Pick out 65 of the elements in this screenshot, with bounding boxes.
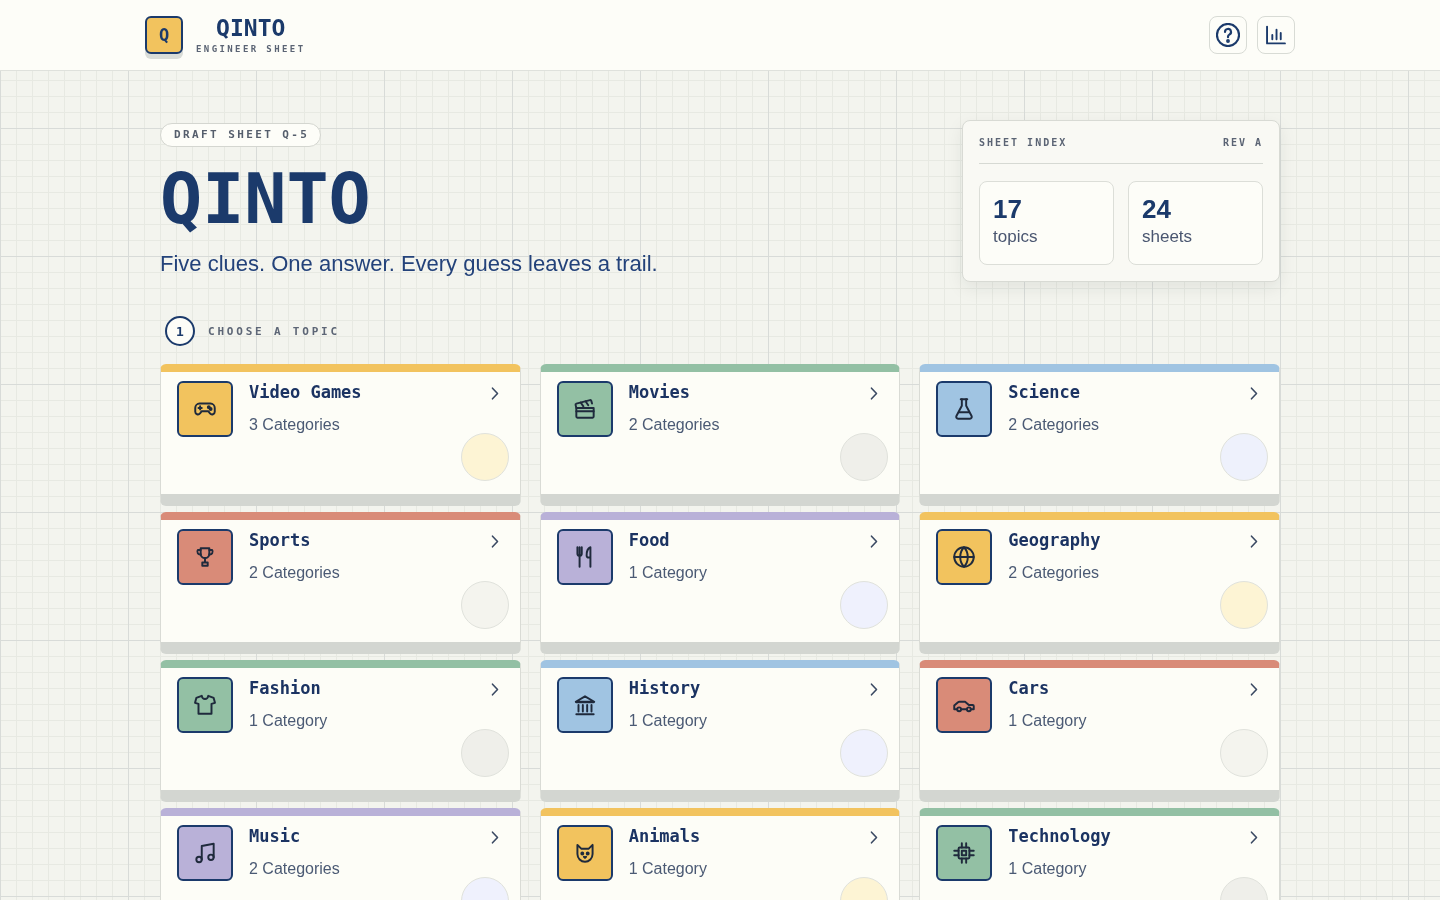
stat-label: topics	[993, 226, 1038, 248]
category-count: 1 Category	[628, 711, 707, 731]
topic-card[interactable]: Animals 1 Category	[539, 808, 901, 900]
topic-title: Geography	[1008, 529, 1101, 551]
chevron-right-icon	[490, 683, 499, 696]
topic-card[interactable]: Sports 2 Categories	[160, 512, 521, 654]
topic-card[interactable]: Technology 1 Category	[919, 808, 1280, 900]
topic-card[interactable]: Science 2 Categories	[919, 364, 1280, 506]
topic-title: Video Games	[249, 381, 362, 403]
app-title: QINTO	[216, 15, 286, 41]
category-count: 2 Categories	[1008, 563, 1100, 583]
category-count: 1 Category	[1008, 859, 1087, 879]
hero-title: QINTO	[160, 164, 371, 234]
chevron-right-icon	[490, 535, 499, 548]
topic-card[interactable]: Fashion 1 Category	[160, 660, 521, 802]
step-label: CHOOSE A TOPIC	[208, 324, 340, 338]
stat-label: sheets	[1142, 226, 1193, 248]
topic-title: Fashion	[249, 677, 321, 699]
category-count: 1 Category	[249, 711, 328, 731]
tagline: Five clues. One answer. Every guess leaves a trail.	[160, 250, 658, 278]
topic-card[interactable]: Video Games 3 Categories	[160, 364, 521, 506]
chevron-right-icon	[870, 831, 879, 844]
topic-title: Animals	[628, 825, 701, 847]
topic-card[interactable]: Geography 2 Categories	[919, 512, 1280, 654]
panel-title: SHEET INDEX	[979, 136, 1068, 150]
app-subtitle: ENGINEER SHEET	[196, 43, 306, 55]
stats-button[interactable]	[1257, 16, 1295, 54]
category-count: 1 Category	[628, 563, 707, 583]
topic-title: Technology	[1008, 825, 1111, 847]
chevron-right-icon	[1250, 683, 1258, 696]
bar-chart-icon	[1266, 25, 1286, 45]
chevron-right-icon	[1250, 535, 1258, 548]
topic-title: Music	[249, 825, 301, 847]
stat-value: 24	[1142, 194, 1171, 225]
topic-title: Food	[628, 529, 670, 551]
category-count: 2 Categories	[249, 859, 340, 879]
chevron-right-icon	[870, 387, 879, 400]
chevron-right-icon	[1250, 831, 1258, 844]
step-number: 1	[165, 316, 195, 346]
category-count: 2 Categories	[249, 563, 340, 583]
chevron-right-icon	[1250, 387, 1258, 400]
chevron-right-icon	[490, 831, 499, 844]
help-button[interactable]	[1209, 16, 1247, 54]
chevron-right-icon	[870, 535, 879, 548]
topic-card[interactable]: Cars 1 Category	[919, 660, 1280, 802]
category-count: 1 Category	[628, 859, 707, 879]
revision-label: REV A	[1222, 136, 1263, 150]
topic-title: History	[628, 677, 701, 699]
chevron-right-icon	[870, 683, 879, 696]
topic-title: Movies	[628, 381, 691, 403]
category-count: 1 Category	[1008, 711, 1087, 731]
topic-card[interactable]: Movies 2 Categories	[539, 364, 901, 506]
draft-sheet-tag: DRAFT SHEET Q-5	[160, 123, 322, 147]
topic-card[interactable]: History 1 Category	[539, 660, 901, 802]
topic-title: Sports	[249, 529, 311, 551]
stat-value: 17	[993, 194, 1022, 225]
help-icon	[1216, 23, 1240, 47]
topic-card[interactable]: Food 1 Category	[539, 512, 901, 654]
category-count: 2 Categories	[628, 415, 720, 435]
topic-title: Cars	[1008, 677, 1050, 699]
chevron-right-icon	[490, 387, 499, 400]
category-count: 2 Categories	[1008, 415, 1100, 435]
topic-title: Science	[1008, 381, 1080, 403]
category-count: 3 Categories	[249, 415, 340, 435]
topic-card[interactable]: Music 2 Categories	[160, 808, 521, 900]
